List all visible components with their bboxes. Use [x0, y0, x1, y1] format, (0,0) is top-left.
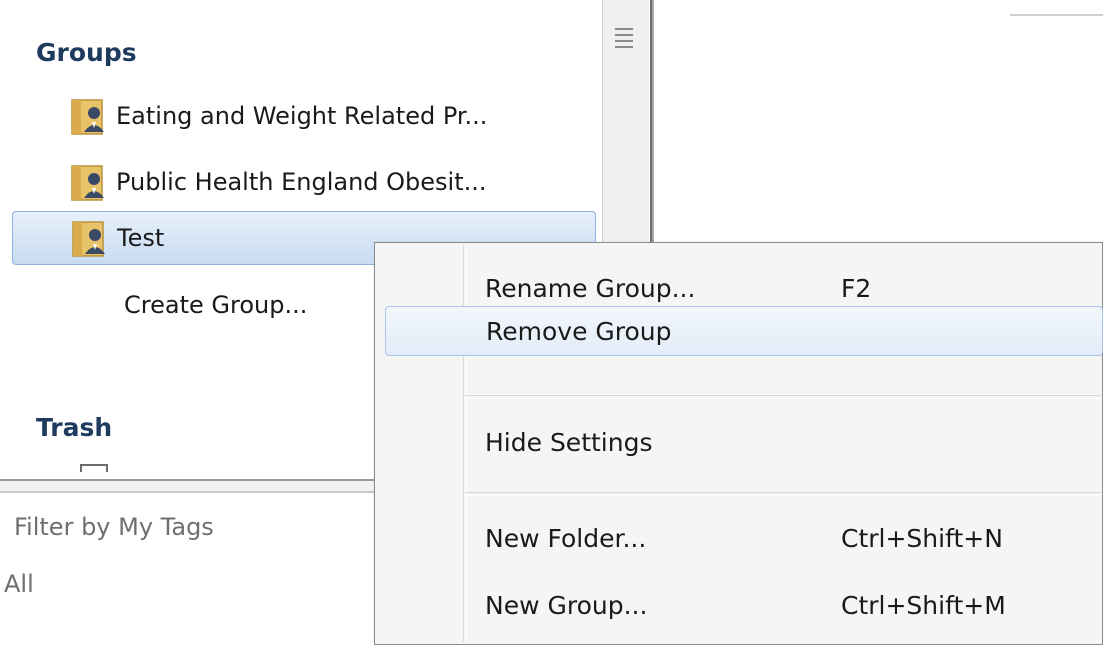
menu-item-label: New Group...	[485, 590, 648, 620]
group-item[interactable]: Public Health England Obesit...	[12, 155, 596, 209]
filter-tags-value[interactable]: All	[4, 570, 34, 598]
menu-item-new-group[interactable]: New Group... Ctrl+Shift+M	[385, 580, 1103, 630]
context-menu: Rename Group... F2 Remove Group Hide Set…	[374, 242, 1103, 645]
group-folder-icon	[71, 165, 104, 201]
menu-item-label: New Folder...	[485, 523, 647, 553]
menu-item-shortcut: F2	[841, 273, 872, 303]
create-group-label: Create Group...	[124, 291, 308, 319]
menu-item-shortcut: Ctrl+Shift+N	[841, 523, 1003, 553]
group-label: Eating and Weight Related Pr...	[116, 102, 488, 130]
group-folder-icon	[72, 221, 105, 257]
menu-item-label: Remove Group	[486, 316, 672, 346]
scroll-grip-icon[interactable]	[615, 28, 633, 54]
content-divider-line	[1010, 14, 1103, 16]
menu-item-shortcut: Ctrl+Shift+M	[841, 590, 1006, 620]
app-window: Groups Eating and Weight Related Pr... P…	[0, 0, 1103, 645]
menu-item-remove-group[interactable]: Remove Group	[385, 306, 1103, 356]
menu-separator	[465, 395, 1101, 399]
groups-header: Groups	[36, 38, 137, 67]
group-folder-icon	[71, 99, 104, 135]
menu-separator	[465, 492, 1101, 496]
trash-icon	[80, 464, 108, 472]
group-label: Public Health England Obesit...	[116, 168, 487, 196]
trash-header[interactable]: Trash	[36, 413, 112, 442]
menu-item-label: Rename Group...	[485, 273, 696, 303]
group-item[interactable]: Eating and Weight Related Pr...	[12, 89, 596, 143]
group-label: Test	[117, 224, 165, 252]
menu-item-new-folder[interactable]: New Folder... Ctrl+Shift+N	[385, 513, 1103, 563]
menu-item-hide-settings[interactable]: Hide Settings	[385, 417, 1103, 467]
menu-item-label: Hide Settings	[485, 427, 653, 457]
filter-tags-label: Filter by My Tags	[14, 513, 214, 541]
